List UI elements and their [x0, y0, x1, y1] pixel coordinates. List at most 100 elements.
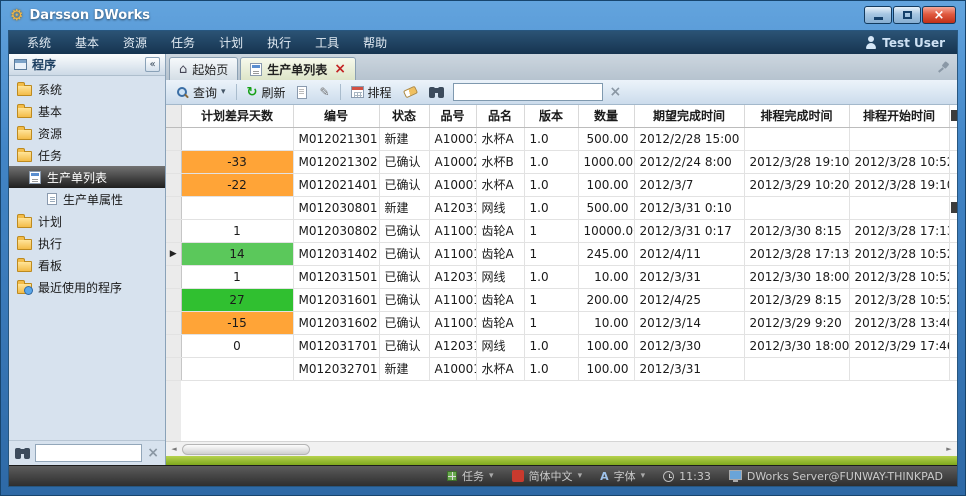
cell: 100.00 [578, 173, 634, 196]
cell [181, 196, 293, 219]
scrollbar-thumb[interactable] [182, 444, 310, 455]
user-menu[interactable]: Test User [865, 36, 951, 50]
menu-item[interactable]: 工具 [303, 31, 351, 54]
font-menu[interactable]: A 字体 ▾ [600, 468, 645, 484]
cell: M012031602 [293, 311, 379, 334]
menu-item[interactable]: 计划 [207, 31, 255, 54]
table-row[interactable]: M012030801新建A12031网线1.0500.002012/3/31 0… [166, 196, 957, 219]
query-button[interactable]: 查询 ▾ [171, 82, 231, 102]
tab[interactable]: ⌂起始页 [169, 57, 238, 80]
language-menu[interactable]: 简体中文 ▾ [512, 468, 583, 484]
sidebar-item[interactable]: 最近使用的程序 [9, 276, 165, 298]
sidebar-item[interactable]: 看板 [9, 254, 165, 276]
maximize-button[interactable] [893, 6, 921, 24]
cell: 500.00 [578, 196, 634, 219]
folder-icon [17, 239, 32, 250]
cell: 水杯A [476, 357, 524, 380]
close-button[interactable]: × [922, 6, 956, 24]
table-row[interactable]: ▶14M012031402已确认A11001齿轮A1245.002012/4/1… [166, 242, 957, 265]
cell: 1.0 [524, 265, 578, 288]
column-header[interactable]: 状态 [379, 105, 429, 127]
find-button[interactable] [424, 82, 449, 102]
column-header[interactable]: 品号 [429, 105, 476, 127]
titlebar[interactable]: ⚙ Darsson DWorks × [0, 0, 966, 30]
pin-icon[interactable] [937, 61, 950, 74]
refresh-label: 刷新 [261, 84, 285, 101]
chevron-down-icon: ▾ [578, 472, 583, 481]
cell: 0 [181, 334, 293, 357]
window-body: 系统基本资源任务计划执行工具帮助 Test User 程序 « 系统基本资源任务… [8, 30, 958, 487]
new-button[interactable] [292, 82, 312, 102]
clipped-glyph [951, 110, 958, 121]
table-row[interactable]: 27M012031601已确认A11001齿轮A1200.002012/4/25… [166, 288, 957, 311]
cell: A11001 [429, 242, 476, 265]
sidebar-item[interactable]: 生产单列表 [9, 166, 165, 188]
cell: 2012/3/28 19:10 [849, 173, 949, 196]
cell [181, 357, 293, 380]
table-row[interactable]: M012032701新建A10001水杯A1.0100.002012/3/31 [166, 357, 957, 380]
column-header[interactable]: 版本 [524, 105, 578, 127]
cell: 水杯B [476, 150, 524, 173]
sidebar-items: 系统基本资源任务生产单列表生产单属性计划执行看板最近使用的程序 [9, 76, 165, 298]
column-header[interactable]: 计划差异天数 [181, 105, 293, 127]
cell: M012021302 [293, 150, 379, 173]
binoculars-icon[interactable] [15, 448, 30, 459]
sidebar-item[interactable]: 基本 [9, 100, 165, 122]
collapse-sidebar-button[interactable]: « [145, 57, 160, 72]
schedule-button[interactable]: 排程 [346, 82, 397, 102]
menu-item[interactable]: 执行 [255, 31, 303, 54]
menu-item[interactable]: 系统 [15, 31, 63, 54]
refresh-button[interactable]: ↻ 刷新 [242, 82, 291, 102]
cell: 1 [524, 311, 578, 334]
sidebar-item[interactable]: 计划 [9, 210, 165, 232]
sidebar-item[interactable]: 生产单属性 [9, 188, 165, 210]
sidebar-item[interactable]: 资源 [9, 122, 165, 144]
column-header[interactable]: 数量 [578, 105, 634, 127]
column-header[interactable]: 品名 [476, 105, 524, 127]
tab[interactable]: 生产单列表× [240, 57, 356, 80]
close-tab-icon[interactable]: × [334, 62, 346, 76]
column-header[interactable]: 编号 [293, 105, 379, 127]
table-row[interactable]: 1M012030802已确认A11001齿轮A110000.002012/3/3… [166, 219, 957, 242]
grid-header-row: 计划差异天数编号状态品号品名版本数量期望完成时间排程完成时间排程开始时间 [166, 105, 957, 127]
tab-label: 起始页 [192, 61, 228, 78]
clock: 11:33 [663, 470, 711, 483]
column-header[interactable]: 期望完成时间 [634, 105, 744, 127]
clear-search-icon[interactable]: × [147, 446, 159, 460]
edit-button[interactable]: ✎ [314, 82, 334, 102]
menu-item[interactable]: 任务 [159, 31, 207, 54]
scroll-left-arrow[interactable]: ◄ [166, 446, 182, 453]
sidebar-item-label: 系统 [38, 81, 62, 98]
menu-item[interactable]: 帮助 [351, 31, 399, 54]
sidebar-item[interactable]: 系统 [9, 78, 165, 100]
horizontal-scrollbar[interactable]: ◄ ► [166, 441, 957, 456]
grid-search-input[interactable] [453, 83, 603, 101]
menu-item[interactable]: 基本 [63, 31, 111, 54]
scroll-right-arrow[interactable]: ► [941, 446, 957, 453]
server-info: DWorks Server@FUNWAY-THINKPAD [729, 470, 943, 483]
cell [744, 357, 849, 380]
clear-filter-button[interactable]: × [605, 82, 627, 102]
menu-item[interactable]: 资源 [111, 31, 159, 54]
table-row[interactable]: -22M012021401已确认A10001水杯A1.0100.002012/3… [166, 173, 957, 196]
clipped-glyph [951, 202, 958, 213]
minimize-button[interactable] [864, 6, 892, 24]
table-row[interactable]: 1M012031501已确认A12031网线1.010.002012/3/312… [166, 265, 957, 288]
sidebar-item[interactable]: 任务 [9, 144, 165, 166]
column-header[interactable]: 排程开始时间 [849, 105, 949, 127]
cell: 1.0 [524, 196, 578, 219]
window-controls: × [864, 6, 956, 24]
eraser-button[interactable] [399, 82, 422, 102]
table-row[interactable]: -33M012021302已确认A10002水杯B1.01000.002012/… [166, 150, 957, 173]
table-row[interactable]: M012021301新建A10001水杯A1.0500.002012/2/28 … [166, 127, 957, 150]
cell: 2012/3/30 18:00 [744, 334, 849, 357]
cell: A12031 [429, 334, 476, 357]
sidebar-item[interactable]: 执行 [9, 232, 165, 254]
table-row[interactable]: 0M012031701已确认A12031网线1.0100.002012/3/30… [166, 334, 957, 357]
sidebar-search-input[interactable] [35, 444, 142, 462]
column-header[interactable]: 排程完成时间 [744, 105, 849, 127]
clipped-cell [949, 265, 957, 288]
cell: M012032701 [293, 357, 379, 380]
task-menu[interactable]: 任务 ▾ [447, 468, 494, 484]
table-row[interactable]: -15M012031602已确认A11001齿轮A110.002012/3/14… [166, 311, 957, 334]
